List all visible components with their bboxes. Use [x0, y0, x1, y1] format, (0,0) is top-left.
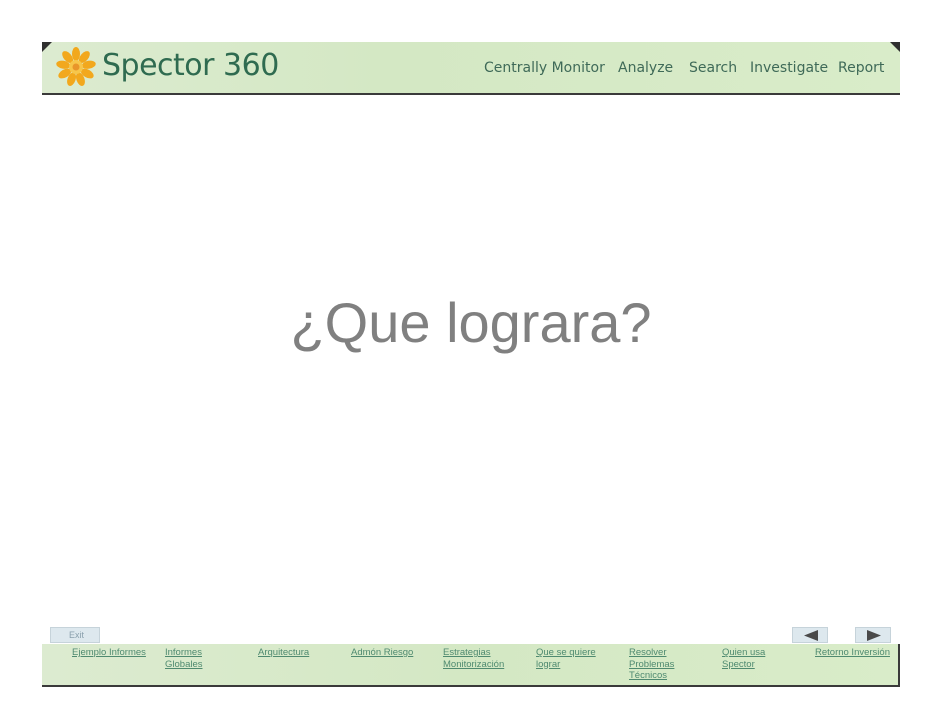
header-banner: Spector 360 Centrally Monitor Analyze Se… [42, 42, 900, 95]
nav-investigate[interactable]: Investigate [750, 60, 828, 76]
link-arquitectura[interactable]: Arquitectura [258, 647, 309, 659]
nav-report[interactable]: Report [838, 60, 884, 76]
nav-analyze[interactable]: Analyze [618, 60, 673, 76]
slide-title: ¿Que lograra? [290, 291, 652, 354]
bottom-link-bar: Ejemplo Informes Informes Globales Arqui… [42, 644, 900, 687]
link-que-se-quiere-lograr[interactable]: Que se quiere lograr [536, 647, 596, 670]
triangle-left-icon [804, 630, 818, 641]
next-slide-button[interactable] [855, 627, 891, 643]
corner-decoration-left [42, 42, 52, 52]
exit-button[interactable]: Exit [50, 627, 100, 643]
triangle-right-icon [867, 630, 881, 641]
link-resolver-problemas-tecnicos[interactable]: Resolver Problemas Técnicos [629, 647, 674, 682]
link-retorno-inversion[interactable]: Retorno Inversión [815, 647, 890, 659]
corner-decoration-right [890, 42, 900, 52]
nav-search[interactable]: Search [689, 60, 737, 76]
nav-centrally-monitor[interactable]: Centrally Monitor [484, 60, 605, 76]
prev-slide-button[interactable] [792, 627, 828, 643]
spector-logo-icon [56, 47, 96, 86]
link-informes-globales[interactable]: Informes Globales [165, 647, 203, 670]
brand-name: Spector 360 [102, 48, 279, 83]
link-quien-usa-spector[interactable]: Quien usa Spector [722, 647, 765, 670]
link-ejemplo-informes[interactable]: Ejemplo Informes [72, 647, 146, 659]
link-admon-riesgo[interactable]: Admón Riesgo [351, 647, 413, 659]
link-estrategias-monitorizacion[interactable]: Estrategias Monitorización [443, 647, 504, 670]
